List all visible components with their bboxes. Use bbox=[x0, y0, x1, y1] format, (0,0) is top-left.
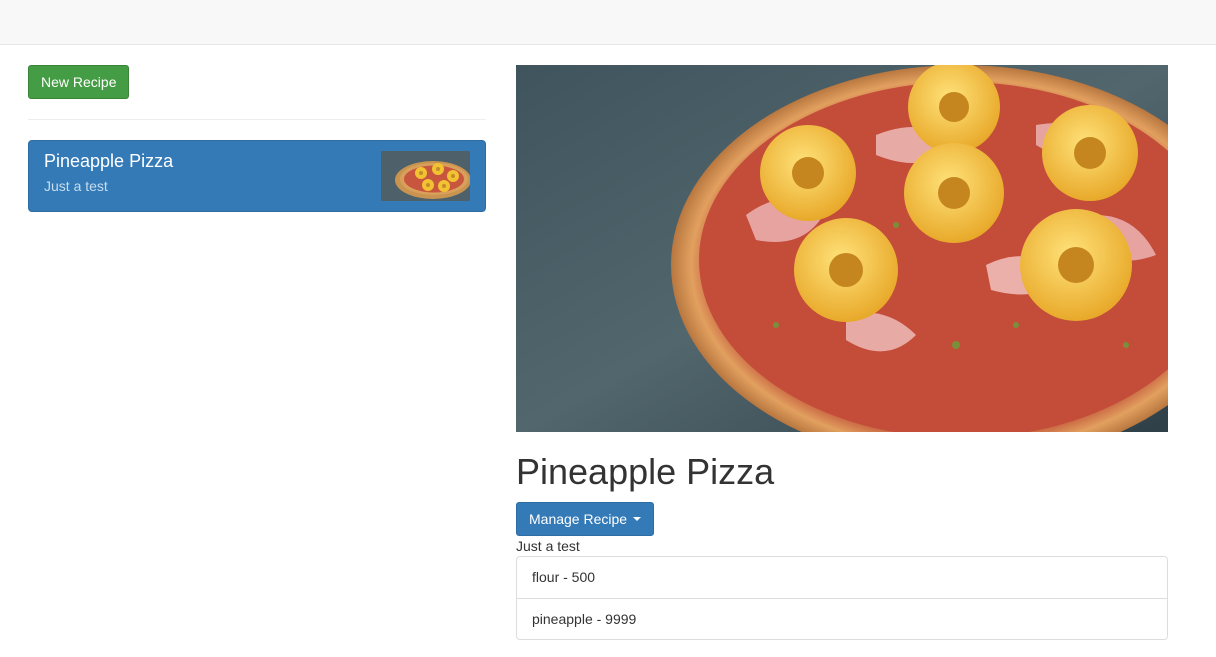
recipe-thumbnail bbox=[381, 151, 470, 201]
new-recipe-button[interactable]: New Recipe bbox=[28, 65, 130, 99]
manage-recipe-dropdown-button[interactable]: Manage Recipe bbox=[516, 502, 655, 536]
recipe-list-panel: New Recipe Pineapple Pizza Just a test bbox=[28, 65, 486, 212]
recipe-title: Pineapple Pizza bbox=[516, 451, 775, 492]
recipe-description: Just a test bbox=[516, 538, 580, 554]
divider bbox=[28, 119, 486, 120]
top-navbar bbox=[0, 0, 1216, 45]
ingredient-list: flour - 500 pineapple - 9999 bbox=[516, 556, 1168, 640]
ingredient-item: flour - 500 bbox=[532, 569, 596, 585]
caret-down-icon bbox=[633, 517, 642, 521]
recipe-item-description: Just a test bbox=[44, 178, 108, 194]
recipe-list-item[interactable]: Pineapple Pizza Just a test bbox=[28, 140, 486, 212]
recipe-hero-image bbox=[516, 65, 1168, 432]
ingredient-item: pineapple - 9999 bbox=[517, 598, 1167, 639]
manage-recipe-label: Manage Recipe bbox=[529, 511, 628, 527]
recipe-item-name: Pineapple Pizza bbox=[44, 151, 174, 171]
recipe-detail-panel: Pineapple Pizza Manage Recipe Just a tes… bbox=[516, 65, 1168, 640]
